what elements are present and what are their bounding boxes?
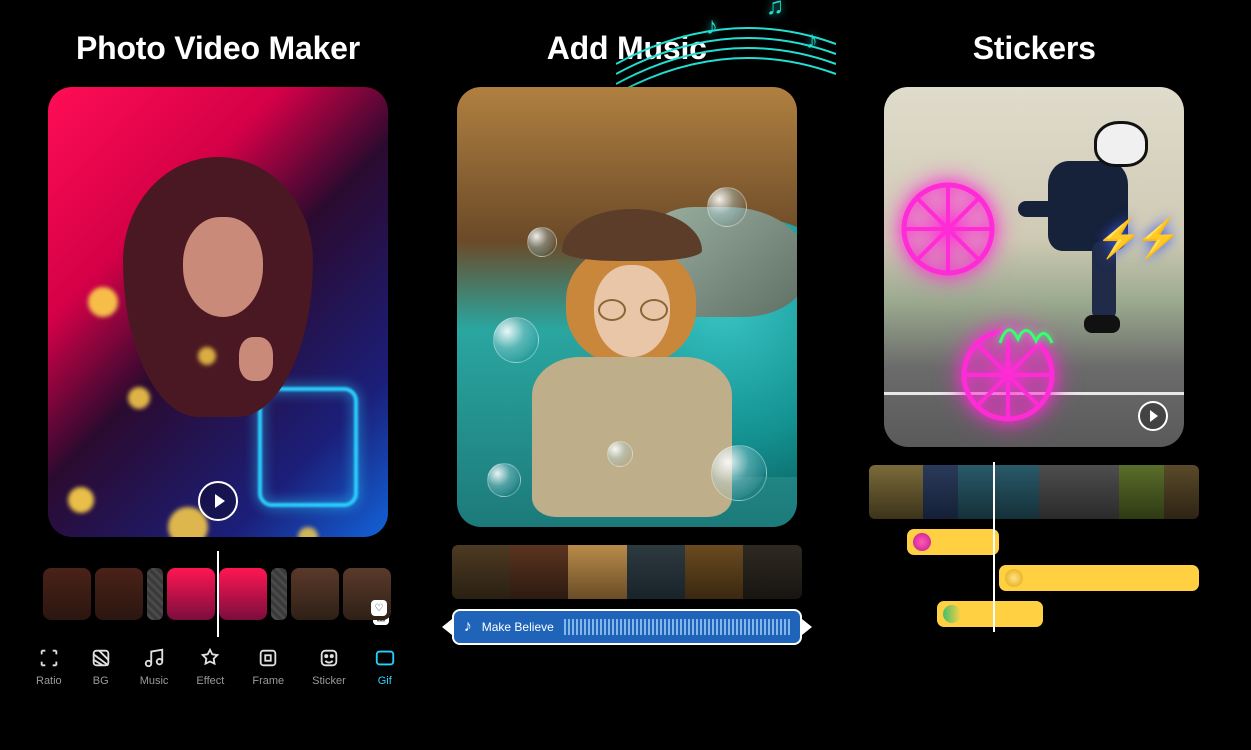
bubble-graphic bbox=[487, 463, 521, 497]
panel-add-music: Add Music ♪ ♫ ♪ bbox=[438, 30, 816, 740]
bokeh-dot bbox=[88, 287, 118, 317]
effect-icon bbox=[199, 647, 221, 669]
bubble-graphic bbox=[607, 441, 633, 467]
scribble-sticker bbox=[996, 313, 1056, 355]
timeline-clip[interactable] bbox=[43, 568, 91, 620]
editor-toolbar: Ratio BG Music Effect Frame Sticker Gif bbox=[28, 647, 408, 687]
trim-handle-right[interactable] bbox=[802, 619, 812, 635]
gif-icon bbox=[374, 647, 396, 669]
filmstrip[interactable] bbox=[869, 465, 1199, 519]
timeline-clip[interactable]: ♡ bbox=[343, 568, 391, 620]
timeline-clip[interactable] bbox=[1164, 465, 1200, 519]
timeline-clip[interactable] bbox=[743, 545, 801, 599]
bokeh-dot bbox=[298, 527, 318, 537]
music-track-chip[interactable]: ♪ Make Believe bbox=[452, 609, 802, 645]
timeline-clip[interactable] bbox=[923, 465, 959, 519]
timeline-clip[interactable] bbox=[568, 545, 626, 599]
preview-card-2[interactable] bbox=[457, 87, 797, 527]
tool-label: Sticker bbox=[312, 675, 346, 687]
timeline-clip[interactable] bbox=[95, 568, 143, 620]
spiral-sticker-icon bbox=[1005, 569, 1023, 587]
timeline-clip[interactable] bbox=[291, 568, 339, 620]
sticker-lane[interactable] bbox=[869, 565, 1199, 591]
timeline-clip[interactable] bbox=[627, 545, 685, 599]
tool-effect[interactable]: Effect bbox=[196, 647, 224, 687]
wheel-sticker-icon bbox=[913, 533, 931, 551]
tool-ratio[interactable]: Ratio bbox=[36, 647, 62, 687]
tool-label: Ratio bbox=[36, 675, 62, 687]
bubble-graphic bbox=[711, 445, 767, 501]
fish-sticker-icon bbox=[943, 605, 961, 623]
lightning-sticker: ⚡⚡ bbox=[1096, 217, 1175, 261]
music-track-label: Make Believe bbox=[482, 620, 554, 634]
timeline-clip[interactable] bbox=[958, 465, 1038, 519]
timeline-clip[interactable] bbox=[219, 568, 267, 620]
playhead[interactable] bbox=[993, 462, 995, 632]
timeline[interactable]: ♪ Make Believe bbox=[452, 545, 802, 645]
panel-photo-video-maker: Photo Video Maker ▦ ▦ ♡ Ratio BG bbox=[28, 30, 408, 740]
tool-sticker[interactable]: Sticker bbox=[312, 647, 346, 687]
sticker-chip[interactable] bbox=[937, 601, 1043, 627]
sticker-lane[interactable] bbox=[869, 601, 1199, 627]
tool-label: Gif bbox=[378, 675, 392, 687]
sticker-chip[interactable] bbox=[907, 529, 999, 555]
tool-music[interactable]: Music bbox=[140, 647, 169, 687]
tool-bg[interactable]: BG bbox=[90, 647, 112, 687]
tool-label: BG bbox=[93, 675, 109, 687]
sticker-icon bbox=[318, 647, 340, 669]
svg-text:♫: ♫ bbox=[766, 0, 784, 20]
bokeh-dot bbox=[68, 487, 94, 513]
tool-frame[interactable]: Frame bbox=[252, 647, 284, 687]
panel-title: Photo Video Maker bbox=[76, 30, 360, 67]
tool-label: Frame bbox=[252, 675, 284, 687]
bg-icon bbox=[90, 647, 112, 669]
bubble-graphic bbox=[493, 317, 539, 363]
tool-label: Music bbox=[140, 675, 169, 687]
timeline-clip[interactable] bbox=[1039, 465, 1119, 519]
timeline-clip[interactable] bbox=[685, 545, 743, 599]
timeline[interactable] bbox=[869, 465, 1199, 627]
bubble-graphic bbox=[527, 227, 557, 257]
tool-label: Effect bbox=[196, 675, 224, 687]
timeline-clip[interactable] bbox=[510, 545, 568, 599]
bubble-graphic bbox=[707, 187, 747, 227]
preview-card-1[interactable] bbox=[48, 87, 388, 537]
bokeh-dot bbox=[128, 387, 150, 409]
panel-title: Stickers bbox=[973, 30, 1096, 67]
timeline-clip[interactable] bbox=[167, 568, 215, 620]
neon-wheel-sticker bbox=[898, 179, 998, 279]
music-staff-graphic: ♪ ♫ ♪ bbox=[616, 0, 836, 94]
timeline-clip[interactable] bbox=[869, 465, 923, 519]
frame-icon bbox=[257, 647, 279, 669]
play-button[interactable] bbox=[198, 481, 238, 521]
waveform-graphic bbox=[564, 619, 790, 635]
person-graphic bbox=[143, 157, 293, 497]
filmstrip[interactable] bbox=[452, 545, 802, 599]
sticker-chip[interactable] bbox=[999, 565, 1199, 591]
preview-card-3[interactable]: ⚡⚡ bbox=[884, 87, 1184, 447]
trim-handle-left[interactable] bbox=[442, 619, 452, 635]
play-icon bbox=[1150, 410, 1158, 422]
music-icon: ♪ bbox=[464, 618, 472, 636]
rider-graphic bbox=[1028, 121, 1158, 311]
svg-text:♪: ♪ bbox=[706, 13, 718, 40]
svg-text:♪: ♪ bbox=[806, 27, 818, 54]
music-icon bbox=[143, 647, 165, 669]
transition-chip[interactable]: ▦ bbox=[147, 568, 163, 620]
tool-gif[interactable]: Gif bbox=[374, 647, 396, 687]
timeline-clip[interactable] bbox=[452, 545, 510, 599]
bokeh-dot bbox=[198, 347, 216, 365]
panel-stickers: Stickers ⚡⚡ bbox=[846, 30, 1224, 740]
ratio-icon bbox=[38, 647, 60, 669]
transition-chip[interactable]: ▦ bbox=[271, 568, 287, 620]
timeline-clip[interactable] bbox=[1119, 465, 1164, 519]
play-button[interactable] bbox=[1138, 401, 1168, 431]
playhead[interactable] bbox=[217, 551, 219, 637]
sticker-lane[interactable] bbox=[869, 529, 1199, 555]
play-icon bbox=[215, 494, 225, 508]
timeline[interactable]: ▦ ▦ ♡ bbox=[43, 559, 393, 629]
favorite-icon: ♡ bbox=[371, 600, 387, 616]
